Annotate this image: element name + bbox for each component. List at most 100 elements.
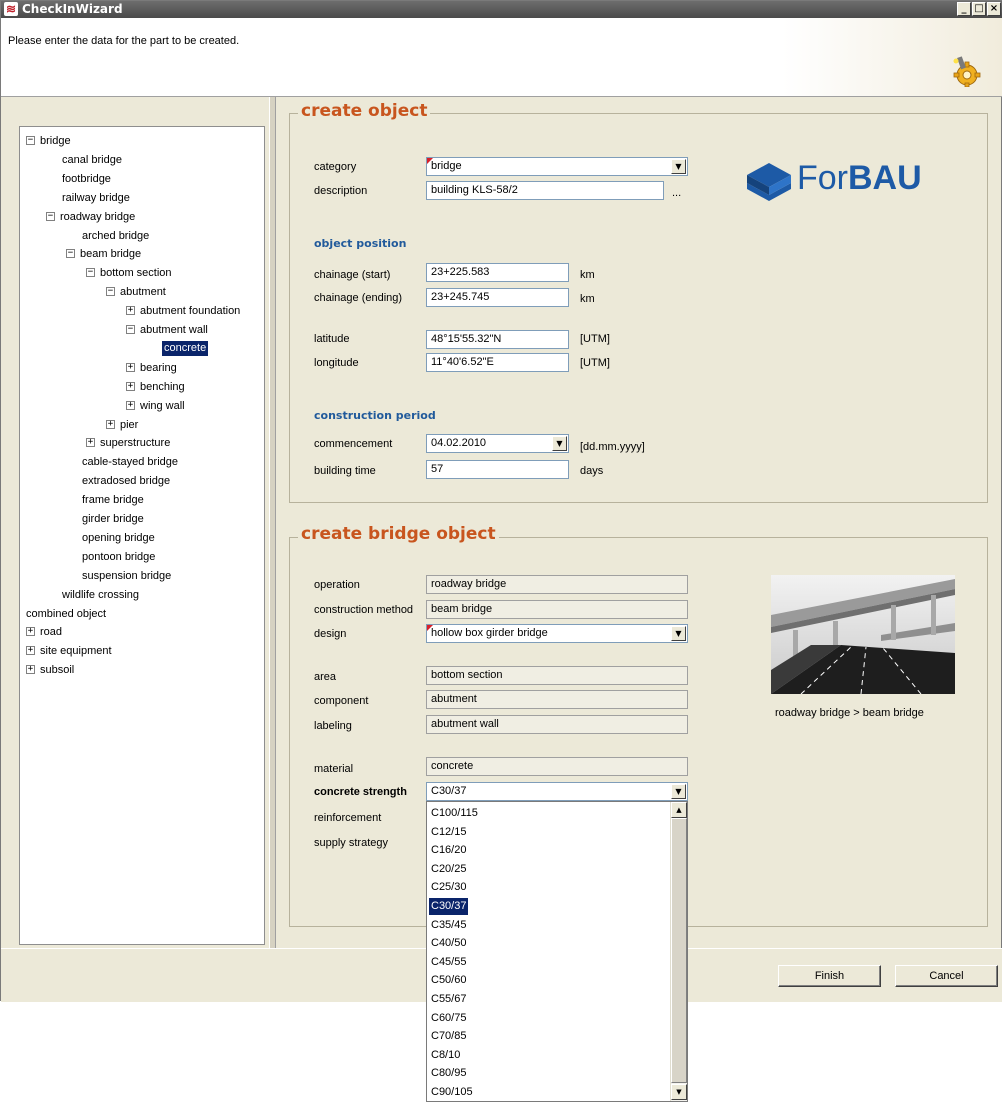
tree-node-label: frame bridge (82, 494, 144, 507)
tree-node[interactable]: − bottom section (20, 264, 260, 282)
tree-node[interactable]: + bearing (20, 359, 260, 377)
design-select[interactable]: hollow box girder bridge ▼ (426, 624, 688, 643)
minimize-button[interactable]: _ (957, 2, 971, 16)
dropdown-option[interactable]: C16/20 (429, 842, 468, 859)
dropdown-option[interactable]: C45/55 (429, 954, 468, 971)
scrollbar-thumb[interactable] (671, 818, 687, 1083)
scroll-down-icon[interactable]: ▼ (671, 1084, 687, 1100)
dropdown-option[interactable]: C25/30 (429, 879, 468, 896)
chainage-start-input[interactable]: 23+225.583 (426, 263, 569, 282)
longitude-unit: [UTM] (580, 357, 610, 369)
object-tree[interactable]: − bridge canal bridge footbridge railway bri… (19, 126, 265, 945)
tree-node[interactable]: pontoon bridge (20, 548, 260, 566)
splitter[interactable] (269, 97, 276, 948)
chevron-down-icon[interactable]: ▼ (671, 784, 686, 799)
dropdown-option[interactable]: C20/25 (429, 861, 468, 878)
tree-node[interactable]: opening bridge (20, 529, 260, 547)
collapse-icon[interactable]: − (66, 249, 75, 259)
commencement-date-picker[interactable]: 04.02.2010 ▼ (426, 434, 569, 453)
material-field: concrete (426, 757, 688, 776)
tree-node-label: roadway bridge (60, 210, 136, 223)
chevron-down-icon[interactable]: ▼ (671, 626, 686, 641)
expand-icon[interactable]: + (126, 400, 135, 410)
expand-icon[interactable]: + (26, 627, 35, 637)
chevron-down-icon[interactable]: ▼ (671, 159, 686, 174)
tree-node[interactable]: − roadway bridge (20, 208, 260, 226)
longitude-input[interactable]: 11°40'6.52"E (426, 353, 569, 372)
dropdown-option[interactable]: C50/60 (429, 972, 468, 989)
chainage-end-input[interactable]: 23+245.745 (426, 288, 569, 307)
tree-node[interactable]: suspension bridge (20, 567, 260, 585)
category-label: category (314, 161, 357, 173)
collapse-icon[interactable]: − (46, 211, 55, 221)
building-time-input[interactable]: 57 (426, 460, 569, 479)
tree-node[interactable]: + abutment foundation (20, 302, 260, 320)
tree-node[interactable]: + road (20, 623, 260, 641)
tree-node[interactable]: canal bridge (20, 151, 260, 169)
dropdown-option[interactable]: C80/95 (429, 1065, 468, 1082)
dropdown-option[interactable]: C40/50 (429, 935, 468, 952)
dropdown-option[interactable]: C12/15 (429, 824, 468, 841)
concrete-strength-dropdown-list[interactable]: C100/115 C12/15 C16/20 C20/25 C25/30 C30/37 C3… (426, 801, 688, 1102)
expand-icon[interactable]: + (86, 438, 95, 448)
category-select[interactable]: bridge ▼ (426, 157, 688, 176)
latitude-input[interactable]: 48°15'55.32"N (426, 330, 569, 349)
expand-icon[interactable]: + (126, 306, 135, 316)
expand-icon[interactable]: + (106, 419, 115, 429)
tree-node[interactable]: railway bridge (20, 189, 260, 207)
finish-button[interactable]: Finish (778, 965, 881, 987)
tree-node-label: wildlife crossing (62, 588, 140, 601)
tree-node-label: wing wall (140, 399, 185, 412)
expand-icon[interactable]: + (126, 381, 135, 391)
tree-node[interactable]: + wing wall (20, 397, 260, 415)
dropdown-scrollbar[interactable]: ▲ ▼ (670, 802, 687, 1101)
dropdown-option[interactable]: C30/37 (429, 898, 469, 915)
dropdown-option[interactable]: C35/45 (429, 917, 468, 934)
dropdown-option[interactable]: C8/10 (429, 1047, 462, 1064)
collapse-icon[interactable]: − (126, 325, 135, 334)
scroll-up-icon[interactable]: ▲ (671, 802, 687, 818)
tree-node[interactable]: + benching (20, 378, 260, 396)
tree-node[interactable]: cable-stayed bridge (20, 453, 260, 471)
expand-icon[interactable]: + (26, 646, 35, 656)
tree-node[interactable]: − beam bridge (20, 245, 260, 263)
tree-node[interactable]: frame bridge (20, 491, 260, 509)
dropdown-option[interactable]: C55/67 (429, 991, 468, 1008)
tree-node[interactable]: − abutment wall (20, 321, 260, 339)
chainage-end-label: chainage (ending) (314, 292, 403, 304)
maximize-button[interactable]: □ (972, 2, 986, 16)
collapse-icon[interactable]: − (106, 287, 115, 297)
concrete-strength-select[interactable]: C30/37 ▼ (426, 782, 688, 801)
tree-node-label: footbridge (62, 172, 111, 185)
dropdown-option[interactable]: C60/75 (429, 1010, 468, 1027)
tree-node[interactable]: + pier (20, 416, 260, 434)
collapse-icon[interactable]: − (26, 136, 35, 145)
tree-node[interactable]: − bridge (20, 132, 260, 150)
expand-icon[interactable]: + (26, 665, 35, 675)
tree-node-label: bearing (140, 361, 177, 374)
dropdown-option[interactable]: C100/115 (429, 805, 480, 822)
dropdown-option[interactable]: C90/105 (429, 1084, 475, 1101)
tree-node[interactable]: concrete (20, 340, 260, 358)
tree-node[interactable]: arched bridge (20, 227, 260, 245)
tree-node[interactable]: footbridge (20, 170, 260, 188)
building-time-label: building time (314, 465, 376, 477)
expand-icon[interactable]: + (126, 362, 135, 372)
collapse-icon[interactable]: − (86, 268, 95, 278)
tree-node[interactable]: + site equipment (20, 642, 260, 660)
chevron-down-icon[interactable]: ▼ (552, 436, 567, 451)
tree-node[interactable]: extradosed bridge (20, 472, 260, 490)
tree-node[interactable]: girder bridge (20, 510, 260, 528)
tree-node[interactable]: wildlife crossing (20, 586, 260, 604)
description-more-button[interactable]: ... (672, 187, 681, 199)
description-input[interactable]: building KLS-58/2 (426, 181, 664, 200)
tree-node[interactable]: − abutment (20, 283, 260, 301)
tree-node[interactable]: + superstructure (20, 434, 260, 452)
dropdown-option[interactable]: C70/85 (429, 1028, 468, 1045)
tree-node[interactable]: combined object (20, 605, 260, 623)
commencement-label: commencement (314, 438, 393, 450)
tree-node-label: bridge (40, 135, 71, 147)
cancel-button[interactable]: Cancel (895, 965, 998, 987)
close-button[interactable]: × (987, 2, 1001, 16)
tree-node[interactable]: + subsoil (20, 661, 260, 679)
